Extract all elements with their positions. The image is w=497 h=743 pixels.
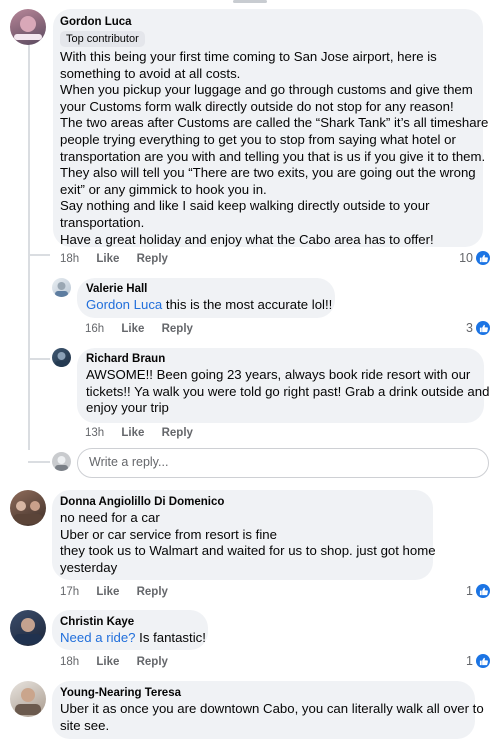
like-thumb-icon [476,654,490,668]
comment-line: people trying everything to get you to s… [60,131,456,147]
reply-input-placeholder: Write a reply... [89,455,169,469]
comment-line: exit” or any gimmick to hook you in. [60,181,267,197]
thread-line [28,42,30,450]
comment-bubble: Young-Nearing Teresa Uber it as once you… [52,681,484,739]
reply-input[interactable]: Write a reply... [77,448,489,478]
reaction-count[interactable]: 3 [466,321,490,335]
comment-time[interactable]: 17h [60,586,79,598]
avatar[interactable] [10,610,46,646]
avatar[interactable] [10,681,46,717]
comment-line: Say nothing and like I said keep walking… [60,198,430,214]
comment-line: they took us to Walmart and waited for u… [60,543,436,559]
reply-bubble: Richard Braun AWSOME!! Been going 23 yea… [77,348,490,423]
comment-text: With this being your first time coming t… [60,49,489,248]
comment-line: Uber or car service from resort is fine [60,526,277,542]
reply-bubble: Valerie Hall Gordon Luca this is the mos… [77,278,335,318]
reaction-count[interactable]: 10 [459,251,490,265]
avatar-photo-icon [14,16,42,40]
like-button[interactable]: Like [121,323,144,335]
reaction-count[interactable]: 1 [466,584,490,598]
comment-time[interactable]: 13h [85,427,104,439]
avatar[interactable] [10,490,46,526]
comment-author[interactable]: Richard Braun [86,353,475,365]
top-contributor-badge: Top contributor [60,31,145,47]
like-button[interactable]: Like [96,253,119,265]
like-thumb-icon [476,584,490,598]
comment-line: Have a great holiday and enjoy what the … [60,231,434,247]
avatar[interactable] [10,9,46,45]
comment-author[interactable]: Gordon Luca [60,16,476,28]
comment-line: The two areas after Customs are called t… [60,115,489,131]
avatar[interactable] [52,348,71,367]
comment-actions: 18h Like Reply [60,253,182,265]
reply-button[interactable]: Reply [137,253,168,265]
thread-branch [28,254,50,256]
avatar-photo-icon [15,688,41,715]
comment-line: They also will tell you “There are two e… [60,165,476,181]
avatar-photo-icon [55,282,68,297]
mention-link[interactable]: Gordon Luca [86,297,162,312]
comment-bubble: Christin Kaye Need a ride? Is fantastic! [52,610,208,650]
comment-line: When you pickup your luggage and go thro… [60,82,473,98]
comment-actions: 17h Like Reply [60,586,182,598]
reply-button[interactable]: Reply [162,427,193,439]
comment-line: transportation are you with and telling … [60,148,486,164]
reaction-number: 10 [459,251,473,265]
comment-bubble: Donna Angiolillo Di Domenico no need for… [52,490,436,580]
comment-line: tickets!! Ya walk you were told go right… [86,383,490,399]
comment-time[interactable]: 16h [85,323,104,335]
comment-text-body: this is the most accurate lol!! [162,297,333,312]
comment-time[interactable]: 18h [60,253,79,265]
comment-text: Need a ride? Is fantastic! [60,630,206,647]
comment-text-body: Is fantastic! [135,630,206,645]
reply-button[interactable]: Reply [137,656,168,668]
reaction-number: 3 [466,321,473,335]
comment-time[interactable]: 18h [60,656,79,668]
comment-text: no need for a car Uber or car service fr… [60,510,436,576]
sheet-grab-handle[interactable] [233,0,267,3]
comment-line: no need for a car [60,510,160,525]
comment-text: Gordon Luca this is the most accurate lo… [86,297,332,314]
comment-author[interactable]: Christin Kaye [60,616,200,628]
comment-text: AWSOME!! Been going 23 years, always boo… [86,367,490,417]
like-thumb-icon [476,251,490,265]
avatar-photo-icon [14,618,42,644]
comment-author[interactable]: Donna Angiolillo Di Domenico [60,496,425,508]
comment-line: enjoy your trip [86,400,169,416]
comment-line: site see. [60,717,110,733]
comment-author[interactable]: Young-Nearing Teresa [60,687,467,699]
reply-button[interactable]: Reply [162,323,193,335]
reaction-number: 1 [466,654,473,668]
comment-author[interactable]: Valerie Hall [86,283,326,295]
my-avatar[interactable] [52,452,71,471]
comment-actions: 16h Like Reply [85,323,207,335]
thread-branch [28,461,50,463]
comment-line: your Customs form walk directly outside … [60,98,454,114]
reply-button[interactable]: Reply [137,586,168,598]
like-button[interactable]: Like [96,656,119,668]
comment-line: something to avoid at all costs. [60,65,241,81]
thread-branch [28,358,50,360]
avatar[interactable] [52,278,71,297]
avatar-photo-icon [55,352,68,367]
comment-bubble: Gordon Luca Top contributor With this be… [53,9,489,248]
comment-line: transportation. [60,214,145,230]
comment-line: Uber it as once you are downtown Cabo, y… [60,701,484,716]
comment-actions: 18h Like Reply [60,656,182,668]
mention-link[interactable]: Need a ride? [60,630,136,645]
comment-line: AWSOME!! Been going 23 years, always boo… [86,367,471,382]
comment-line: With this being your first time coming t… [60,49,437,64]
avatar-photo-icon [13,501,43,524]
avatar-photo-icon [55,456,68,471]
comment-actions: 13h Like Reply [85,427,207,439]
reaction-number: 1 [466,584,473,598]
comment-line: yesterday [60,559,118,575]
reaction-count[interactable]: 1 [466,654,490,668]
like-thumb-icon [476,321,490,335]
like-button[interactable]: Like [96,586,119,598]
comment-text: Uber it as once you are downtown Cabo, y… [60,701,484,734]
like-button[interactable]: Like [121,427,144,439]
